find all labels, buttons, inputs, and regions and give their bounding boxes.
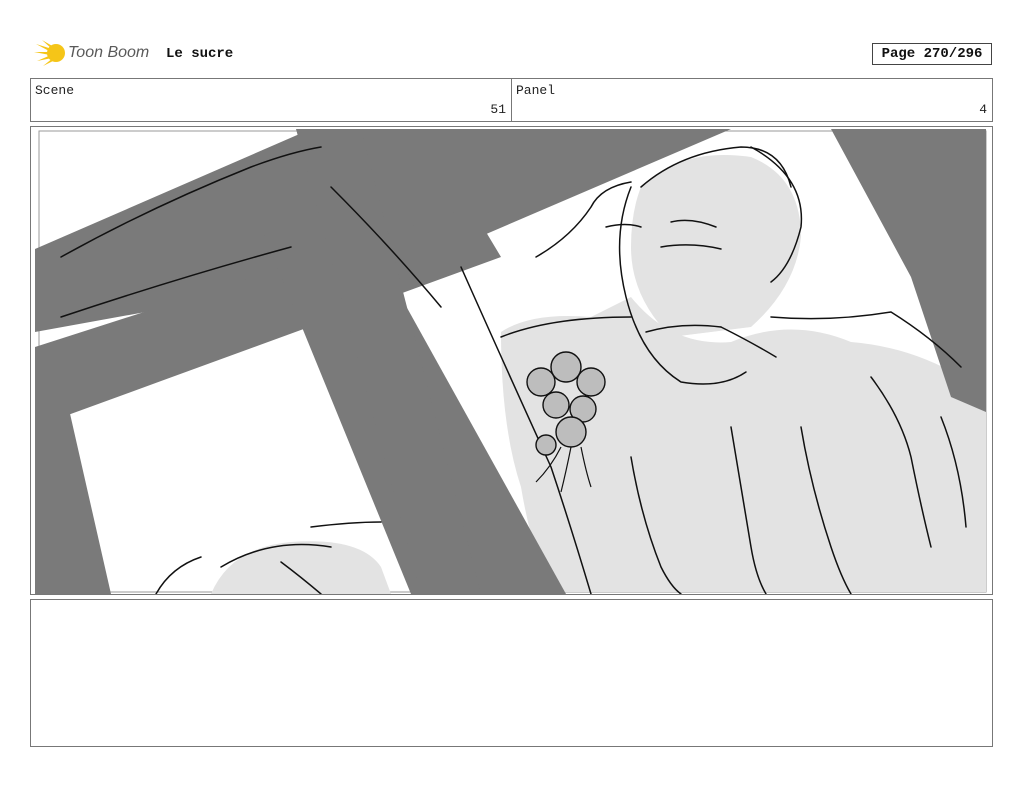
panel-sketch xyxy=(35,129,987,594)
scene-box: Scene 51 xyxy=(30,78,512,122)
scene-label: Scene xyxy=(35,83,75,98)
brand-name: Toon Boom xyxy=(68,44,150,61)
notes-area xyxy=(30,599,993,747)
storyboard-panel xyxy=(30,126,993,595)
panel-box: Panel 4 xyxy=(511,78,993,122)
project-title: Le sucre xyxy=(166,46,234,62)
page-indicator: Page 270/296 xyxy=(872,43,992,65)
panel-label: Panel xyxy=(516,83,556,98)
scene-number: 51 xyxy=(490,102,506,117)
page-label: Page 270/296 xyxy=(881,46,983,62)
panel-number: 4 xyxy=(979,102,987,117)
